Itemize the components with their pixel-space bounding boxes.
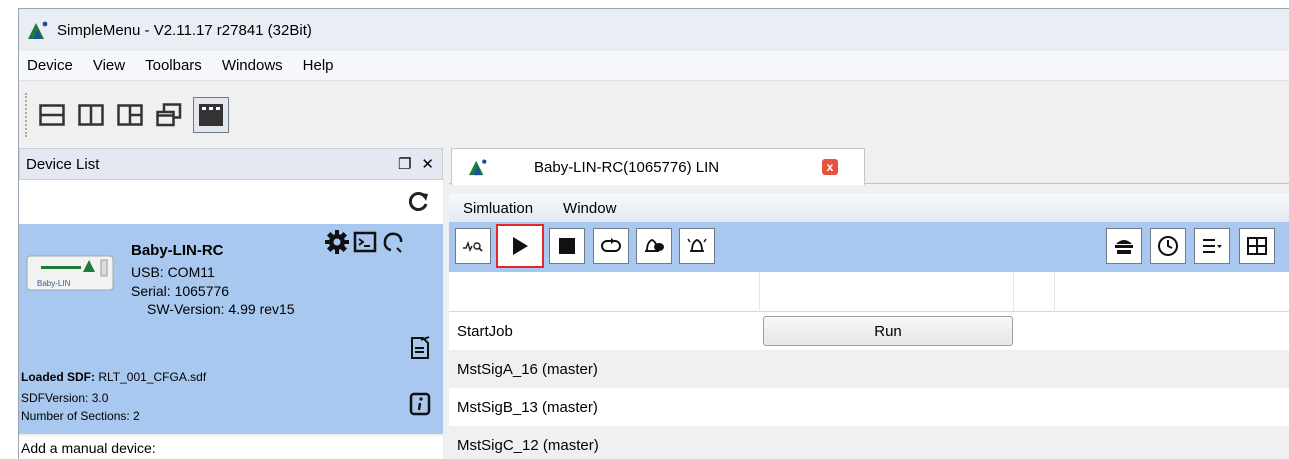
device-sw-version: SW-Version: 4.99 rev15 <box>147 301 295 317</box>
device-list-title: Device List <box>26 155 100 173</box>
device-list-header: Device List ❐ ✕ <box>19 148 443 180</box>
device-card-actions <box>325 230 405 254</box>
table-row: MstSigA_16 (master) <box>449 350 1289 388</box>
device-list-pane: Device List ❐ ✕ Baby-LIN Baby-LIN-RC USB… <box>19 148 443 459</box>
tab-baby-lin[interactable]: Baby-LIN-RC(1065776) LIN x <box>451 148 865 185</box>
stop-icon[interactable] <box>549 228 585 264</box>
device-serial: Serial: 1065776 <box>131 283 230 299</box>
menu-bar: Device View Toolbars Windows Help <box>19 51 1289 81</box>
device-image-label: Baby-LIN <box>37 279 71 288</box>
device-usb: USB: COM11 <box>131 264 215 280</box>
cascade-icon[interactable] <box>154 100 184 130</box>
manual-device-label: Add a manual device: <box>21 439 156 456</box>
tab-strip: Baby-LIN-RC(1065776) LIN x <box>449 148 1289 185</box>
row-label: StartJob <box>457 322 513 340</box>
manual-device-row[interactable]: Add a manual device: <box>19 436 443 459</box>
refresh-icon[interactable] <box>407 191 429 213</box>
device-image: Baby-LIN <box>26 255 114 291</box>
sdf-file-name: RLT_001_CFGA.sdf <box>98 370 207 384</box>
tab-close-icon[interactable]: x <box>822 159 838 175</box>
sdf-version: SDFVersion: 3.0 <box>21 391 109 405</box>
split-vertical-icon[interactable] <box>76 100 106 130</box>
column-separator[interactable] <box>1054 272 1055 312</box>
close-icon[interactable]: ✕ <box>421 155 434 173</box>
play-icon[interactable] <box>496 224 544 268</box>
device-card[interactable]: Baby-LIN Baby-LIN-RC USB: COM11 Serial: … <box>19 224 443 434</box>
row-label: MstSigA_16 (master) <box>457 360 598 378</box>
row-label: MstSigB_13 (master) <box>457 398 598 416</box>
app-window: SimpleMenu - V2.11.17 r27841 (32Bit) Dev… <box>18 8 1289 459</box>
row-label: MstSigC_12 (master) <box>457 436 599 454</box>
table-icon[interactable] <box>1239 228 1275 264</box>
info-icon[interactable] <box>409 392 431 416</box>
title-bar: SimpleMenu - V2.11.17 r27841 (32Bit) <box>19 9 1289 51</box>
bell-alarm-icon[interactable] <box>679 228 715 264</box>
column-separator[interactable] <box>759 272 760 312</box>
sdf-sections: Number of Sections: 2 <box>21 409 140 423</box>
signal-grid: StartJob Run MstSigA_16 (master) MstSigB… <box>449 272 1289 459</box>
app-logo-icon <box>469 159 487 176</box>
simulation-menu-bar: Simluation Window <box>449 194 1289 222</box>
refresh-row <box>19 180 443 224</box>
menu-window[interactable]: Window <box>563 200 616 217</box>
app-logo-icon <box>28 21 48 39</box>
gear-icon[interactable] <box>325 230 349 254</box>
bus-icon[interactable] <box>1106 228 1142 264</box>
loop-icon[interactable] <box>593 228 629 264</box>
tabs-icon[interactable] <box>193 97 229 133</box>
sdf-loaded-row: Loaded SDF: RLT_001_CFGA.sdf <box>21 370 206 384</box>
menu-toolbars[interactable]: Toolbars <box>145 57 202 74</box>
grid-header <box>449 272 1289 312</box>
table-row: StartJob Run <box>449 312 1289 350</box>
bell-message-icon[interactable] <box>636 228 672 264</box>
terminal-icon[interactable] <box>353 230 377 254</box>
sdf-loaded-label: Loaded SDF: <box>21 370 95 384</box>
column-separator[interactable] <box>1013 272 1014 312</box>
menu-help[interactable]: Help <box>303 57 334 74</box>
lin-monitor-icon[interactable] <box>455 228 491 264</box>
grid-icon[interactable] <box>115 100 145 130</box>
device-name: Baby-LIN-RC <box>131 242 224 259</box>
toolbar-grip[interactable] <box>25 93 29 137</box>
menu-view[interactable]: View <box>93 57 125 74</box>
menu-simulation[interactable]: Simluation <box>463 200 533 217</box>
tab-label: Baby-LIN-RC(1065776) LIN <box>534 158 720 176</box>
clock-icon[interactable] <box>1150 228 1186 264</box>
table-row: MstSigC_12 (master) <box>449 426 1289 459</box>
float-window-icon[interactable]: ❐ <box>398 155 411 173</box>
main-toolbar <box>19 82 1289 148</box>
edit-sdf-icon[interactable] <box>409 336 431 360</box>
menu-device[interactable]: Device <box>27 57 73 74</box>
table-row: MstSigB_13 (master) <box>449 388 1289 426</box>
run-button[interactable]: Run <box>763 316 1013 346</box>
window-title: SimpleMenu - V2.11.17 r27841 (32Bit) <box>57 21 312 39</box>
disconnect-icon[interactable] <box>381 230 405 254</box>
list-menu-icon[interactable] <box>1194 228 1230 264</box>
menu-windows[interactable]: Windows <box>222 57 283 74</box>
simulation-toolbar <box>449 222 1289 272</box>
split-horizontal-icon[interactable] <box>37 100 67 130</box>
